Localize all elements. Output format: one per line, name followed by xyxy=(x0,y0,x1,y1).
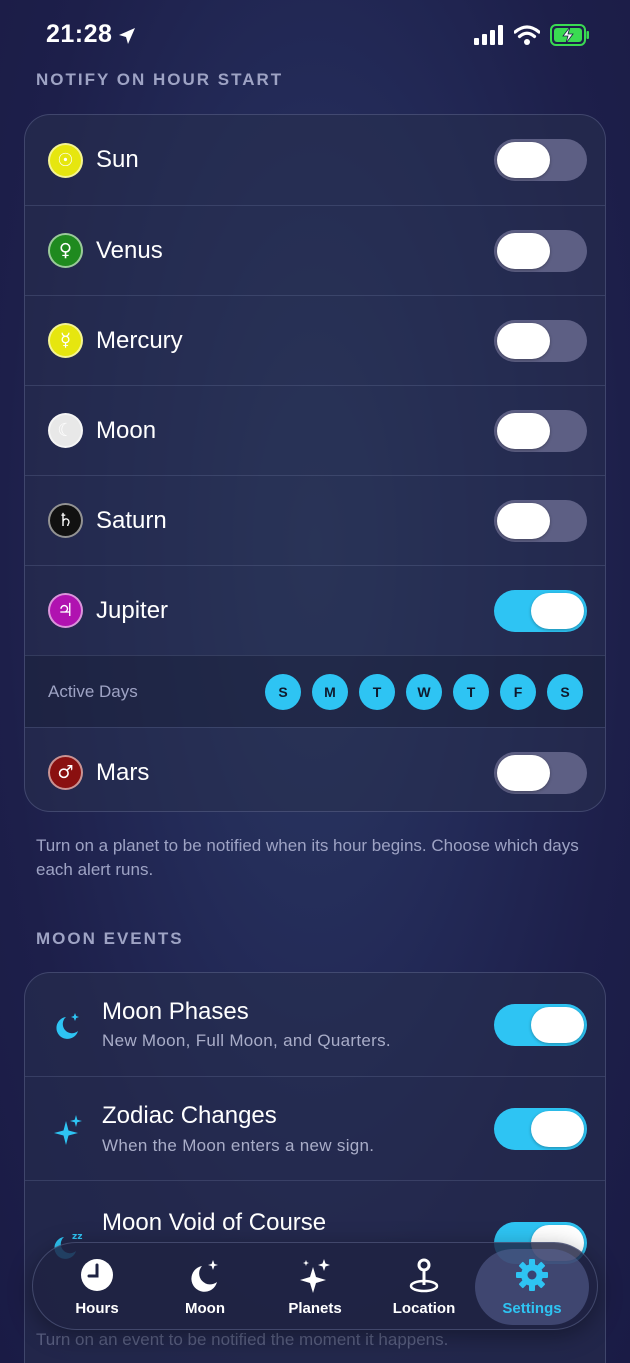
active-days-label: Active Days xyxy=(48,681,138,701)
day-button[interactable]: T xyxy=(359,673,395,710)
event-subtitle: When the Moon enters a new sign. xyxy=(102,1136,375,1155)
wifi-icon xyxy=(514,25,540,45)
event-row-moon-phases: Moon Phases New Moon, Full Moon, and Qua… xyxy=(25,973,605,1076)
moon-stars-icon xyxy=(56,1012,79,1039)
saturn-planet-icon: ♄ xyxy=(48,503,83,538)
planet-notify-card: ☉ Sun ♀ Venus ☿ Mercury ☾ Moon ♄ Saturn ♃ Jupiter Ac… xyxy=(24,114,606,812)
event-title: Moon Phases xyxy=(102,998,249,1025)
toggle-knob xyxy=(531,592,584,629)
toggle-knob xyxy=(531,1006,584,1043)
status-time: 21:28 xyxy=(46,20,113,48)
toggle-knob xyxy=(497,232,550,269)
jupiter-toggle[interactable] xyxy=(494,589,587,632)
toggle-knob xyxy=(497,502,550,539)
event-row-zodiac-changes: Zodiac Changes When the Moon enters a ne… xyxy=(25,1076,605,1180)
mercury-toggle[interactable] xyxy=(494,319,587,362)
sparkles-icon xyxy=(300,1259,330,1293)
cellular-signal-icon xyxy=(474,25,503,45)
tab-label: Settings xyxy=(502,1300,562,1317)
venus-toggle[interactable] xyxy=(494,229,587,272)
tab-hours[interactable]: Hours xyxy=(43,1243,151,1331)
day-button[interactable]: S xyxy=(547,673,583,710)
planet-label: Jupiter xyxy=(96,596,169,624)
battery-charging-icon xyxy=(550,24,589,46)
sparkles-icon xyxy=(54,1114,82,1145)
sun-toggle[interactable] xyxy=(494,139,587,181)
event-subtitle: New Moon, Full Moon, and Quarters. xyxy=(102,1031,391,1050)
tab-planets[interactable]: Planets xyxy=(261,1243,369,1331)
day-button[interactable]: M xyxy=(312,673,348,710)
planet-row-jupiter: ♃ Jupiter xyxy=(25,565,605,655)
day-button[interactable]: S xyxy=(265,673,301,710)
planet-label: Venus xyxy=(96,236,163,264)
tab-moon[interactable]: Moon xyxy=(151,1243,259,1331)
tab-label: Planets xyxy=(288,1300,342,1317)
toggle-knob xyxy=(497,412,550,449)
active-days-row: Active Days S M T W T F S xyxy=(25,655,605,727)
planet-row-saturn: ♄ Saturn xyxy=(25,475,605,565)
moon-phases-toggle[interactable] xyxy=(494,1003,587,1046)
planet-label: Mercury xyxy=(96,326,183,354)
gear-icon xyxy=(516,1259,548,1291)
toggle-knob xyxy=(497,322,550,359)
venus-planet-icon: ♀ xyxy=(48,233,83,268)
event-title: Moon Void of Course xyxy=(102,1209,327,1236)
tab-bar: Hours Moon Planets Location Settings xyxy=(32,1242,598,1330)
jupiter-planet-icon: ♃ xyxy=(48,593,83,628)
section-title-notify: NOTIFY ON HOUR START xyxy=(36,70,284,89)
moon-toggle[interactable] xyxy=(494,409,587,452)
map-pin-icon xyxy=(409,1258,439,1293)
planet-label: Mars xyxy=(96,758,150,786)
planet-label: Sun xyxy=(96,146,139,173)
day-button[interactable]: W xyxy=(406,673,442,710)
zodiac-changes-toggle[interactable] xyxy=(494,1107,587,1150)
event-title: Zodiac Changes xyxy=(102,1102,277,1129)
planet-row-venus: ♀ Venus xyxy=(25,205,605,295)
tab-location[interactable]: Location xyxy=(370,1243,478,1331)
planet-row-sun: ☉ Sun xyxy=(25,115,605,205)
planet-label: Saturn xyxy=(96,506,167,534)
moon-events-footnote: Turn on an event to be notified the mome… xyxy=(36,1330,449,1349)
saturn-toggle[interactable] xyxy=(494,499,587,542)
tab-label: Hours xyxy=(75,1300,119,1317)
sun-planet-icon: ☉ xyxy=(48,142,83,178)
location-arrow-icon xyxy=(119,28,135,44)
toggle-knob xyxy=(497,754,550,791)
mars-planet-icon: ♂ xyxy=(48,755,83,790)
moon-stars-icon xyxy=(191,1260,218,1292)
tab-label: Location xyxy=(392,1300,456,1317)
mars-toggle[interactable] xyxy=(494,751,587,794)
planet-row-mercury: ☿ Mercury xyxy=(25,295,605,385)
planet-label: Moon xyxy=(96,416,157,444)
planet-row-moon: ☾ Moon xyxy=(25,385,605,475)
tab-settings[interactable]: Settings xyxy=(475,1249,589,1325)
toggle-knob xyxy=(497,142,550,178)
tab-label: Moon xyxy=(185,1300,225,1317)
planet-row-mars: ♂ Mars xyxy=(25,727,605,811)
day-button[interactable]: F xyxy=(500,673,536,710)
status-bar: 21:28 xyxy=(0,0,630,62)
svg-text:zz: zz xyxy=(72,1232,82,1242)
notify-footnote: Turn on a planet to be notified when its… xyxy=(36,836,579,879)
section-title-moon-events: MOON EVENTS xyxy=(36,929,184,948)
clock-icon xyxy=(81,1259,113,1291)
mercury-planet-icon: ☿ xyxy=(48,323,83,358)
moon-planet-icon: ☾ xyxy=(48,413,83,448)
toggle-knob xyxy=(531,1110,584,1147)
day-button[interactable]: T xyxy=(453,673,489,710)
